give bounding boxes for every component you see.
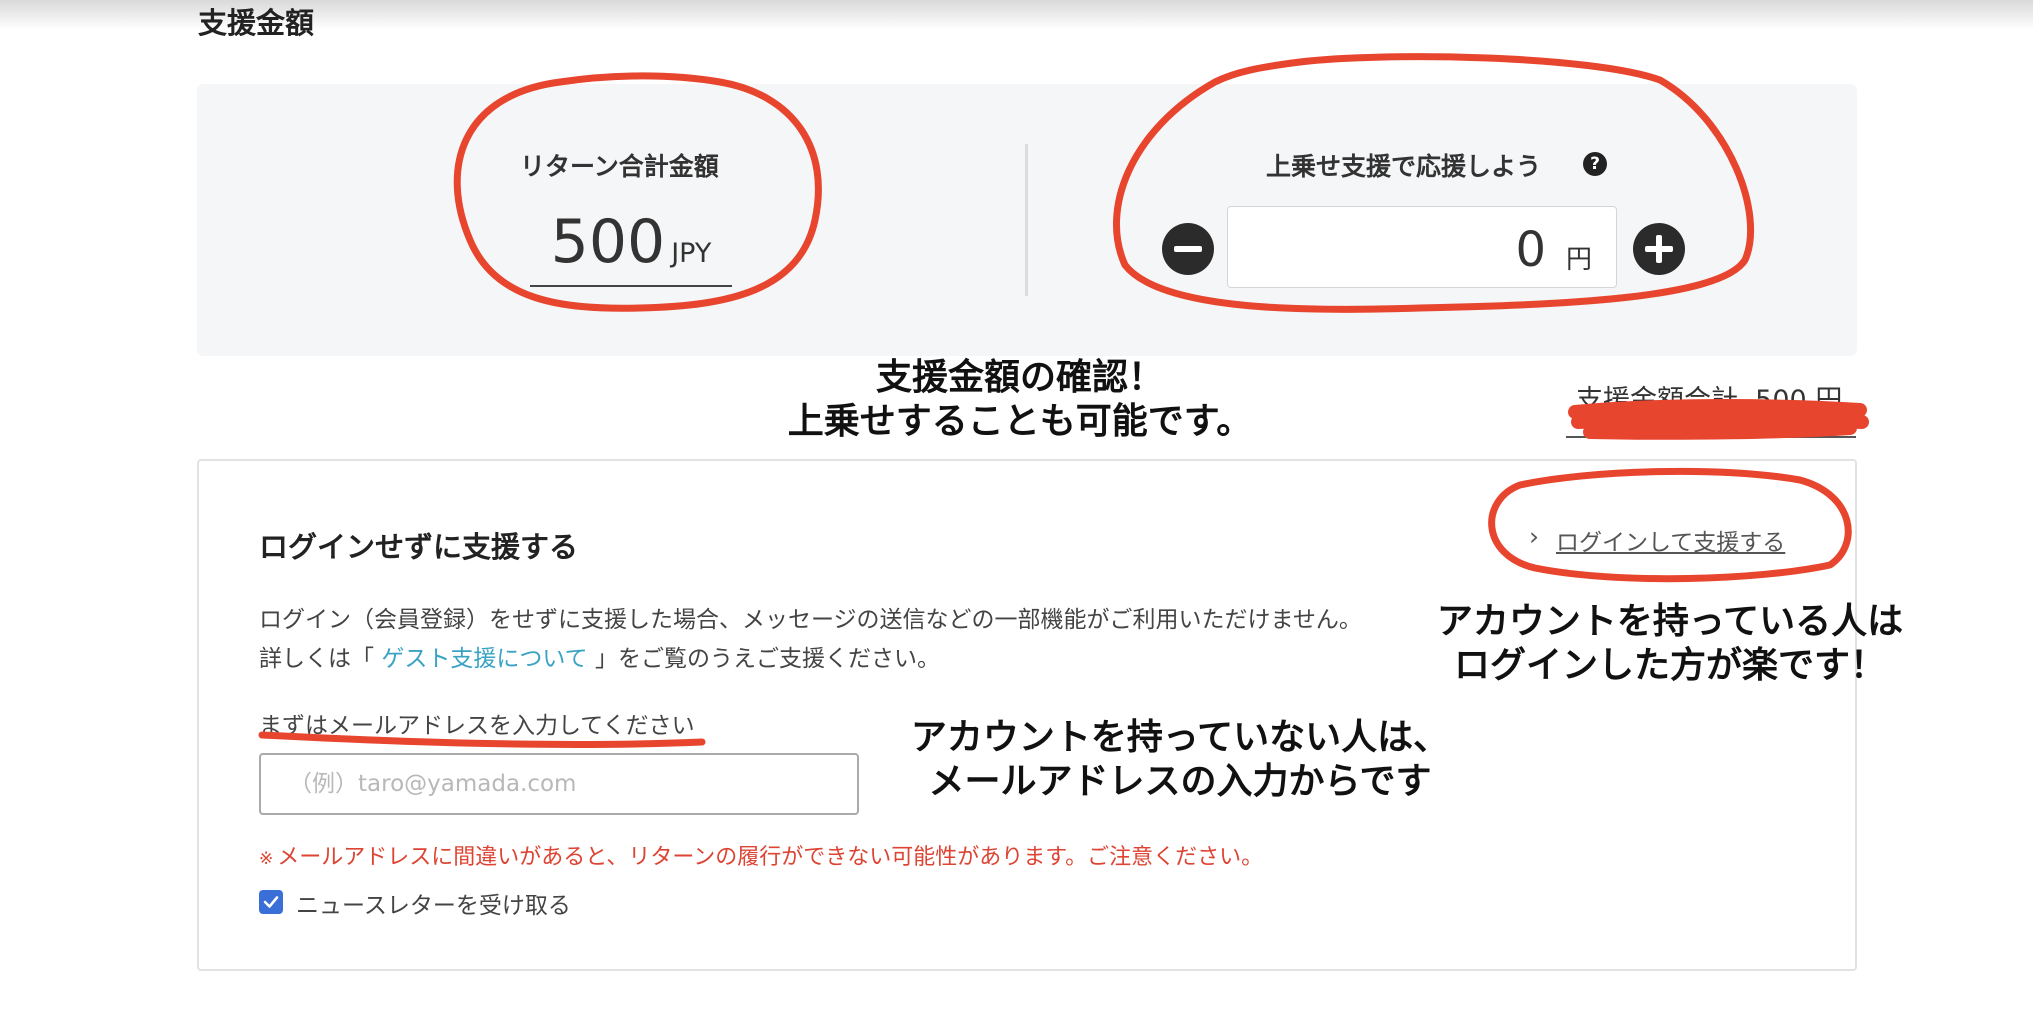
return-total-currency: JPY (671, 238, 712, 269)
warning-mark: ※ (259, 849, 274, 869)
newsletter-checkbox[interactable] (259, 890, 283, 914)
decrease-addon-button[interactable] (1162, 223, 1214, 275)
annotation-noaccount: アカウントを持っていない人は、 メールアドレスの入力からです (900, 716, 1460, 804)
guest-note-line2: 詳しくは「 ゲスト支援について 」をご覧のうえご支援ください。 (259, 639, 940, 673)
email-warning: ※ メールアドレスに間違いがあると、リターンの履行ができない可能性があります。ご注… (259, 839, 1263, 871)
guest-note-prefix: 詳しくは「 (259, 646, 374, 672)
annotation-confirm-line2: 上乗せすることも可能です。 (787, 401, 1253, 442)
guest-support-info-link[interactable]: ゲスト支援について (381, 646, 587, 672)
annotation-noaccount-line1: アカウントを持っていない人は、 (910, 717, 1450, 758)
annotation-account-line2: ログインした方が楽です！ (1453, 645, 1886, 686)
section-title: 支援金額 (198, 6, 315, 40)
guest-support-title: ログインせずに支援する (259, 530, 579, 564)
addon-amount-value: 0 (1515, 222, 1546, 278)
login-support-link[interactable]: ログインして支援する (1556, 523, 1785, 557)
support-total: 支援金額合計 500 円 (1576, 378, 1842, 417)
email-prompt: まずはメールアドレスを入力してください (259, 713, 695, 739)
panel-divider (1025, 144, 1028, 296)
annotation-account-line1: アカウントを持っている人は (1436, 601, 1904, 642)
annotation-confirm-line1: 支援金額の確認！ (875, 357, 1164, 398)
support-total-unit: 円 (1815, 385, 1843, 416)
check-icon (263, 896, 279, 908)
plus-icon (1656, 235, 1662, 263)
chevron-right-icon: › (1529, 522, 1539, 551)
support-total-value: 500 (1755, 385, 1807, 416)
help-icon[interactable]: ? (1583, 152, 1607, 176)
newsletter-label: ニュースレターを受け取る (296, 893, 571, 919)
return-total-amount: 500 JPY (530, 207, 732, 287)
support-total-underline (1566, 436, 1856, 438)
support-total-label: 支援金額合計 (1576, 385, 1738, 416)
guest-note-line1: ログイン（会員登録）をせずに支援した場合、メッセージの送信などの一部機能がご利用… (259, 607, 1362, 633)
addon-label: 上乗せ支援で応援しよう (1266, 152, 1542, 181)
addon-amount-field[interactable]: 0 円 (1227, 206, 1617, 288)
email-field[interactable] (259, 753, 859, 815)
return-total-value: 500 (550, 207, 666, 277)
annotation-account: アカウントを持っている人は ログインした方が楽です！ (1420, 600, 1920, 688)
guest-note-suffix: 」をご覧のうえご支援ください。 (594, 646, 940, 672)
warning-text: メールアドレスに間違いがあると、リターンの履行ができない可能性があります。ご注意… (277, 845, 1264, 870)
addon-amount-unit: 円 (1565, 245, 1592, 275)
return-total-label: リターン合計金額 (520, 152, 719, 181)
minus-icon (1174, 246, 1202, 252)
annotation-noaccount-line2: メールアドレスの入力からです (928, 761, 1432, 802)
annotation-confirm: 支援金額の確認！ 上乗せすることも可能です。 (780, 356, 1260, 444)
increase-addon-button[interactable] (1633, 223, 1685, 275)
